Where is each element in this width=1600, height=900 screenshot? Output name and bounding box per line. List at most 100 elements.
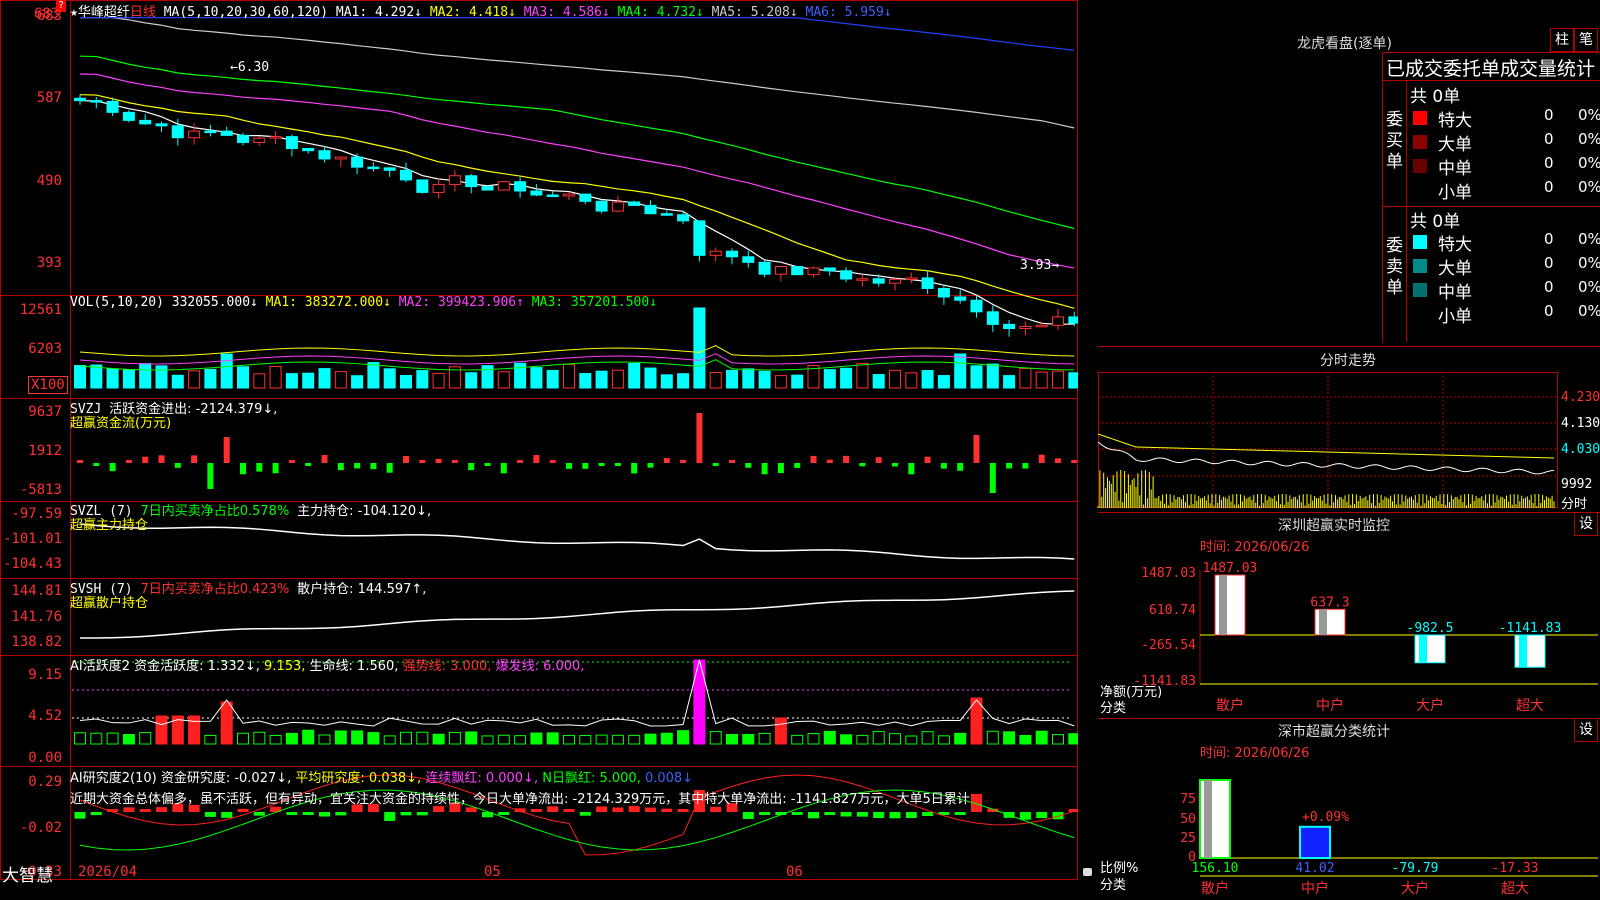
intraday-y-label: 4.130 (1561, 416, 1600, 431)
fund-flow-bar (908, 463, 915, 475)
volume-bar (155, 365, 168, 389)
volume-bar (204, 368, 217, 389)
svzj-y-label: 9637 (28, 404, 62, 420)
order-count: 0 (1544, 254, 1554, 272)
activity-bar (595, 734, 608, 745)
research-bar (563, 809, 575, 812)
activity-bar (481, 735, 494, 745)
vol-y-label: 6203 (28, 341, 62, 357)
fund-flow-bar (647, 463, 654, 468)
classify-value-label: 41.02 (1295, 861, 1334, 876)
volume-bar (823, 369, 836, 389)
candle-body (628, 201, 641, 206)
fund-flow-bar (337, 463, 344, 471)
monitor-settings-button[interactable]: 设 (1574, 512, 1598, 536)
dragon-header: 已成交委托单成交量统计 (1386, 58, 1596, 80)
volume-bar (302, 372, 315, 389)
ai-active-strong: 强势线: 3.000, (402, 659, 492, 674)
fund-flow-bar (989, 463, 996, 493)
volume-bar (237, 366, 249, 389)
classify-value-label: 156.10 (1192, 861, 1239, 876)
monitor-bar-label: 637.3 (1310, 595, 1349, 610)
volume-bar (530, 367, 543, 389)
volume-bar (318, 368, 331, 389)
candle-body (693, 220, 706, 256)
vol-unit-label: X100 (28, 376, 68, 394)
volume-bar (758, 370, 771, 389)
activity-bar (188, 715, 201, 745)
kline-y-label: 490 (36, 173, 62, 189)
activity-bar (334, 730, 347, 745)
fund-flow-bar (435, 458, 442, 463)
research-bar (742, 812, 754, 819)
svzl-y-label: -101.01 (2, 531, 62, 547)
sell-total: 共 0单 (1410, 212, 1461, 232)
volume-bar (660, 374, 673, 389)
research-bar (90, 812, 102, 816)
star-icon[interactable]: ★ (70, 5, 78, 20)
candle-body (383, 167, 396, 171)
classify-title: 深市超赢分类统计 (1278, 724, 1390, 740)
low-price-value: 3.93 (1020, 258, 1052, 273)
candle-body (644, 204, 657, 215)
research-bar (286, 812, 298, 815)
volume-bar (122, 369, 135, 389)
volume-bar (334, 371, 347, 389)
fund-flow-bar (191, 455, 198, 463)
activity-bar (742, 733, 755, 745)
research-bar (1052, 812, 1064, 820)
candle-body (481, 186, 494, 191)
activity-bar (758, 732, 771, 745)
intraday-y-label: 9992 (1561, 477, 1593, 492)
legend-swatch (1413, 307, 1427, 321)
candle-body (432, 183, 445, 193)
volume-bar (791, 374, 804, 389)
activity-bar (579, 735, 592, 745)
research-bar (889, 812, 901, 819)
monitor-bar-shade (1519, 635, 1527, 668)
activity-bar (889, 733, 901, 745)
fund-flow-bar (566, 463, 572, 469)
ai-research-avg: 平均研究度: 0.038↓, (295, 771, 422, 786)
research-bar (596, 806, 608, 812)
intraday-chart[interactable] (1098, 372, 1558, 508)
classify-settings-button[interactable]: 设 (1574, 718, 1598, 742)
monitor-bar (1414, 634, 1446, 664)
volume-bar (432, 372, 445, 389)
monitor-y-label: -265.54 (1141, 638, 1196, 653)
vol-name: VOL(5,10,20) (70, 295, 164, 310)
stock-name[interactable]: 华峰超纤 (78, 5, 130, 20)
volume-bar (563, 363, 575, 389)
fund-flow-bar (875, 457, 882, 463)
fund-flow-bar (794, 463, 801, 468)
candle-body (823, 267, 836, 272)
activity-bar (530, 732, 543, 745)
period-label[interactable]: 日线 (130, 5, 156, 20)
order-pct: 0% (1578, 302, 1600, 320)
divider (1098, 346, 1600, 347)
legend-swatch (1413, 283, 1427, 297)
classify-y-label: 75 (1180, 792, 1196, 807)
order-count: 0 (1544, 278, 1554, 296)
bar-mode-button[interactable]: 柱 (1550, 28, 1574, 52)
lock-icon[interactable] (1083, 868, 1092, 876)
fund-flow-bar (468, 463, 475, 471)
candle-body (302, 148, 315, 152)
kline-y-label: 393 (36, 255, 62, 271)
candle-body (285, 136, 298, 150)
activity-bar (514, 735, 527, 745)
research-bar (905, 812, 917, 818)
volume-bar (90, 364, 103, 389)
classify-pct-label: +0.09% (1302, 810, 1349, 825)
ai-research-name: AI研究度2(10) (70, 771, 157, 786)
candle-body (970, 299, 983, 313)
fund-flow-bar (696, 413, 703, 463)
candle-body (856, 278, 869, 281)
tick-mode-button[interactable]: 笔 (1574, 28, 1598, 52)
activity-bar (416, 731, 429, 745)
svsh-y-label: 141.76 (11, 609, 62, 625)
svsh-y-label: 144.81 (11, 583, 62, 599)
vol-ma3: MA3: 357201.500↓ (531, 295, 658, 310)
research-bar (530, 809, 542, 812)
activity-bar (774, 717, 787, 745)
